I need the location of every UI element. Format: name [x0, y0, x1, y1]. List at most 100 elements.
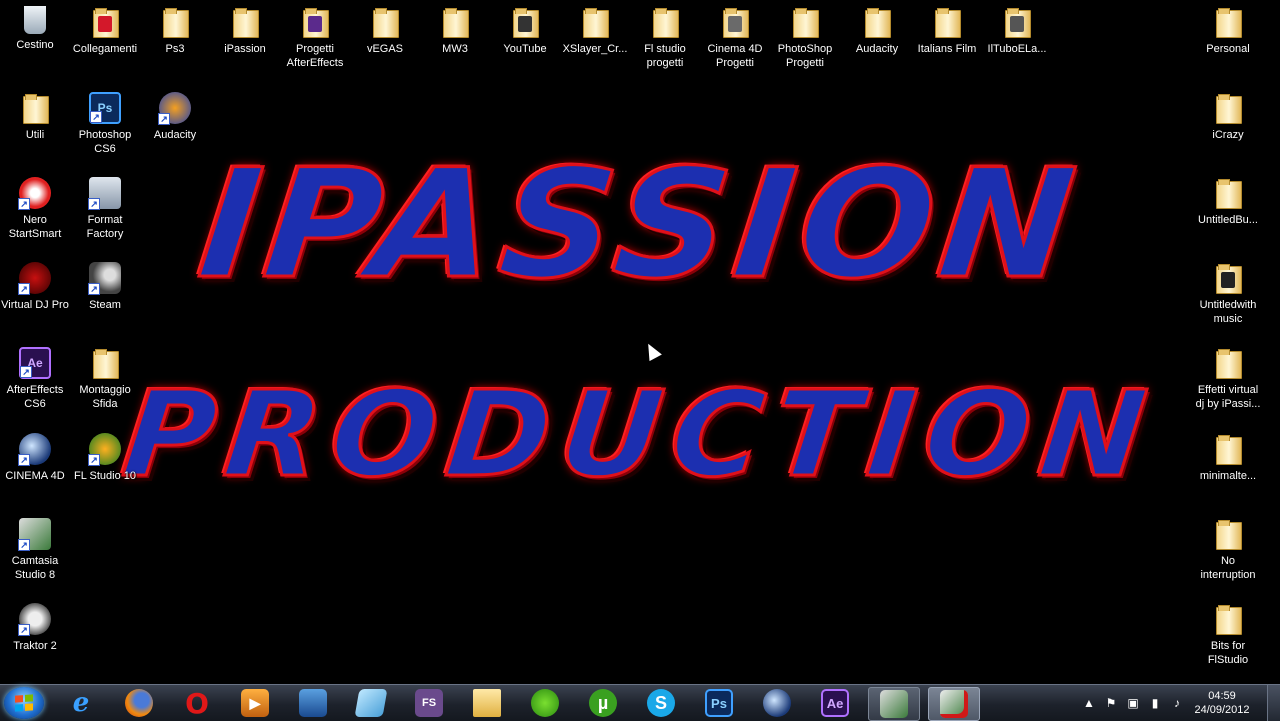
- file-explorer-icon: [473, 689, 501, 717]
- desktop-icon-youtube[interactable]: YouTube: [490, 4, 560, 56]
- desktop[interactable]: IPASSION PRODUCTION Cestino Collegamenti…: [0, 0, 1280, 684]
- desktop-icon-effetti-virtual-dj[interactable]: Effetti virtual dj by iPassi...: [1193, 345, 1263, 411]
- network-signal-icon[interactable]: ▮: [1148, 696, 1162, 710]
- taskbar-notepad[interactable]: [346, 687, 396, 719]
- device-icon[interactable]: ▣: [1126, 696, 1140, 710]
- folder-icon: [1001, 6, 1033, 38]
- desktop-icon-italians-film[interactable]: Italians Film: [912, 4, 982, 56]
- desktop-icon-format-factory[interactable]: ↗ Format Factory: [70, 175, 140, 241]
- media-player-icon: ▶: [241, 689, 269, 717]
- folder-icon: [931, 6, 963, 38]
- fl-studio-icon: ↗: [88, 433, 121, 466]
- desktop-icon-bits-for-flstudio[interactable]: Bits for FlStudio: [1193, 601, 1263, 667]
- mouse-cursor: [642, 340, 662, 362]
- photoshop-icon: Ps ↗: [89, 92, 121, 124]
- desktop-icon-progetti-aftereffects[interactable]: Progetti AfterEffects: [280, 4, 350, 70]
- taskbar-file-explorer[interactable]: [462, 687, 512, 719]
- desktop-icon-photoshop-progetti[interactable]: PhotoShop Progetti: [770, 4, 840, 70]
- folder-icon: [1212, 262, 1244, 294]
- desktop-icon-montaggio-sfida[interactable]: Montaggio Sfida: [70, 345, 140, 411]
- taskbar-firefox[interactable]: [114, 687, 164, 719]
- desktop-icon-audacity[interactable]: ↗ Audacity: [140, 90, 210, 142]
- audacity-icon: ↗: [158, 92, 191, 125]
- nero-icon: ↗: [18, 177, 51, 210]
- desktop-icon-mw3[interactable]: MW3: [420, 4, 490, 56]
- taskbar-screen-recorder[interactable]: [288, 687, 338, 719]
- taskbar-utorrent[interactable]: µ: [578, 687, 628, 719]
- folder-icon: [229, 6, 261, 38]
- volume-icon[interactable]: ♪: [1170, 696, 1184, 710]
- desktop-icon-ipassion[interactable]: iPassion: [210, 4, 280, 56]
- taskbar-media-player[interactable]: ▶: [230, 687, 280, 719]
- desktop-icon-minimalte[interactable]: minimalte...: [1193, 431, 1263, 483]
- desktop-icon-audacity-folder[interactable]: Audacity: [842, 4, 912, 56]
- clock-time: 04:59: [1208, 690, 1236, 702]
- camtasia-icon: ↗: [18, 518, 51, 551]
- folder-icon: [89, 347, 121, 379]
- folder-icon: [89, 6, 121, 38]
- folder-icon: [1212, 433, 1244, 465]
- desktop-icon-untitledbu[interactable]: UntitledBu...: [1193, 175, 1263, 227]
- desktop-icon-vegas[interactable]: vEGAS: [350, 4, 420, 56]
- desktop-icon-ps3[interactable]: Ps3: [140, 4, 210, 56]
- folder-icon: [579, 6, 611, 38]
- parrot-app-icon: [531, 689, 559, 717]
- desktop-icon-no-interruption[interactable]: No interruption: [1193, 516, 1263, 582]
- desktop-icon-cestino[interactable]: Cestino: [0, 4, 70, 52]
- folder-icon: [1212, 92, 1244, 124]
- show-desktop-button[interactable]: [1267, 685, 1280, 721]
- taskbar-skype[interactable]: S: [636, 687, 686, 719]
- taskbar-camtasia-recorder[interactable]: [928, 687, 980, 721]
- steam-icon: ↗: [88, 262, 121, 295]
- desktop-icon-icrazy[interactable]: iCrazy: [1193, 90, 1263, 142]
- show-hidden-icons-icon[interactable]: ▲: [1082, 696, 1096, 710]
- taskbar-photoshop[interactable]: Ps: [694, 687, 744, 719]
- folder-icon: [789, 6, 821, 38]
- taskbar-cinema4d[interactable]: [752, 687, 802, 719]
- camtasia-recorder-icon: [940, 690, 968, 718]
- fs-app-icon: FS: [415, 689, 443, 717]
- desktop-icon-traktor-2[interactable]: ↗ Traktor 2: [0, 601, 70, 653]
- format-factory-icon: ↗: [88, 177, 121, 210]
- desktop-icon-cinema4d-progetti[interactable]: Cinema 4D Progetti: [700, 4, 770, 70]
- action-center-flag-icon[interactable]: ⚑: [1104, 696, 1118, 710]
- folder-icon: [159, 6, 191, 38]
- desktop-icon-aftereffects-cs6[interactable]: Ae ↗ AfterEffects CS6: [0, 345, 70, 411]
- skype-icon: S: [647, 689, 675, 717]
- taskbar-fs-app[interactable]: FS: [404, 687, 454, 719]
- desktop-icon-collegamenti[interactable]: Collegamenti: [70, 4, 140, 56]
- taskbar-camtasia[interactable]: [868, 687, 920, 721]
- desktop-icon-steam[interactable]: ↗ Steam: [70, 260, 140, 312]
- taskbar-internet-explorer[interactable]: e: [56, 687, 106, 719]
- clock[interactable]: 04:59 24/09/2012: [1192, 689, 1252, 717]
- folder-icon: [1212, 347, 1244, 379]
- recycle-bin-icon: [24, 6, 46, 34]
- aftereffects-icon: Ae: [821, 689, 849, 717]
- desktop-icon-untitledwith-music[interactable]: Untitledwith music: [1193, 260, 1263, 326]
- desktop-icon-cinema-4d[interactable]: ↗ CINEMA 4D: [0, 431, 70, 483]
- desktop-icon-xslayer[interactable]: XSlayer_Cr...: [560, 4, 630, 56]
- desktop-icon-iltuboela[interactable]: IlTuboELa...: [982, 4, 1052, 56]
- taskbar-aftereffects[interactable]: Ae: [810, 687, 860, 719]
- desktop-icon-fl-studio-progetti[interactable]: Fl studio progetti: [630, 4, 700, 70]
- desktop-icon-camtasia-studio-8[interactable]: ↗ Camtasia Studio 8: [0, 516, 70, 582]
- desktop-icon-fl-studio-10[interactable]: ↗ FL Studio 10: [70, 431, 140, 483]
- system-tray: ▲ ⚑ ▣ ▮ ♪ 04:59 24/09/2012: [1082, 685, 1252, 721]
- folder-icon: [1212, 603, 1244, 635]
- desktop-icon-utili[interactable]: Utili: [0, 90, 70, 142]
- start-button[interactable]: [4, 687, 44, 719]
- taskbar-opera[interactable]: O: [172, 687, 222, 720]
- folder-icon: [299, 6, 331, 38]
- photoshop-icon: Ps: [705, 689, 733, 717]
- desktop-icon-virtual-dj-pro[interactable]: ↗ Virtual DJ Pro: [0, 260, 70, 312]
- desktop-icon-nero-startsmart[interactable]: ↗ Nero StartSmart: [0, 175, 70, 241]
- taskbar-parrot-app[interactable]: [520, 687, 570, 719]
- windows-logo-icon: [15, 694, 33, 712]
- folder-icon: [1212, 518, 1244, 550]
- desktop-icon-photoshop-cs6[interactable]: Ps ↗ Photoshop CS6: [70, 90, 140, 156]
- folder-icon: [19, 92, 51, 124]
- desktop-icon-personal[interactable]: Personal: [1193, 4, 1263, 56]
- wallpaper-subtitle: PRODUCTION: [116, 363, 1165, 504]
- folder-icon: [439, 6, 471, 38]
- clock-date: 24/09/2012: [1194, 704, 1250, 716]
